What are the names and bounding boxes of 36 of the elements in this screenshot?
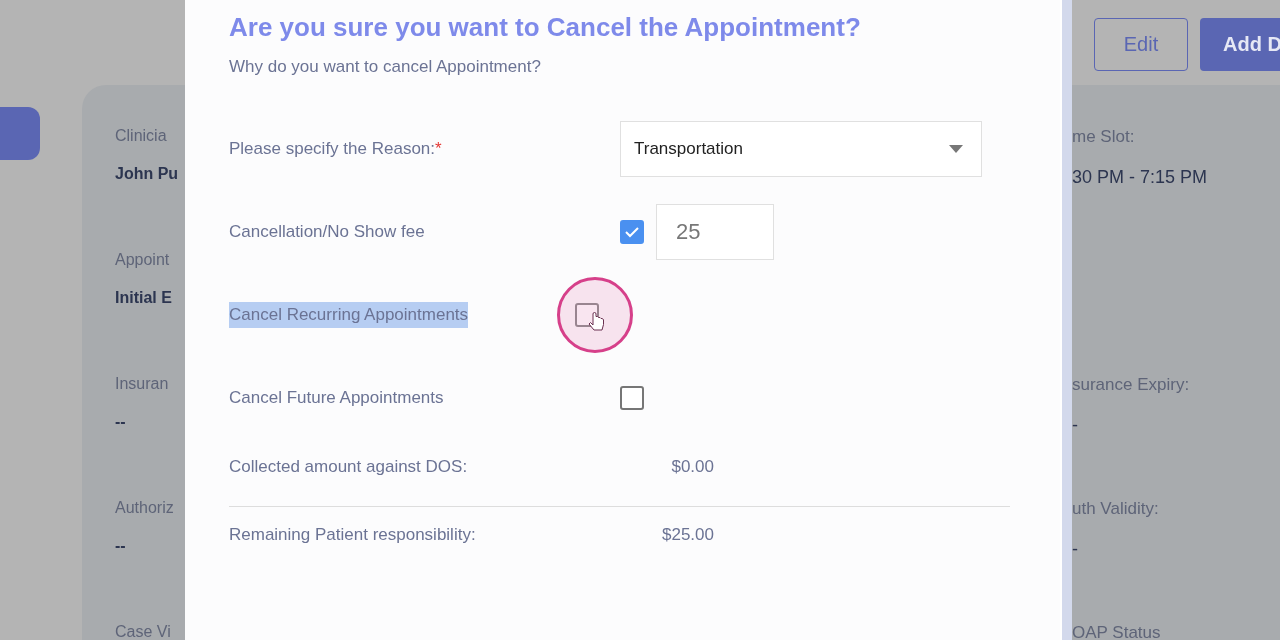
dialog-subtitle: Why do you want to cancel Appointment? [229,57,542,77]
field-label: OAP Status [1072,623,1162,640]
field-label: Insuran [115,375,170,393]
caret-icon [949,145,963,153]
checkbox[interactable] [620,386,644,410]
field-label: Appoint [115,251,171,269]
field-value: 30 PM - 7:15 PM [1072,167,1209,188]
field-label: me Slot: [1072,127,1136,147]
field-value: -- [115,537,127,555]
amount-value: $0.00 [670,457,714,477]
field-label: Clinicia [115,127,168,145]
dialog-title: Are you sure you want to Cancel the Appointment? [229,12,862,43]
field-value: Initial E [115,289,173,307]
field-label: Case Vi [115,623,172,640]
edit-button[interactable]: Edit [1094,18,1188,71]
fee-input[interactable]: 25 [656,204,774,260]
field-label: Cancellation/No Show fee [229,222,426,242]
field-value: - [1072,539,1079,560]
reason-dropdown[interactable]: Transportation [620,121,982,177]
field-value: - [1072,415,1079,436]
amount-label: Remaining Patient responsibility: [229,525,477,545]
checkbox[interactable] [620,220,644,244]
field-label: Please specify the Reason:* [229,139,443,159]
field-label: uth Validity: [1072,499,1160,519]
field-label: Cancel Future Appointments [229,388,445,408]
field-label: surance Expiry: [1072,375,1191,395]
scrollbar[interactable] [1060,0,1072,640]
cursor-icon [556,276,635,354]
amount-value: $25.00 [661,525,714,545]
field-label: Authoriz [115,499,175,517]
side-tab[interactable] [0,107,40,160]
field-label: Cancel Recurring Appointments [229,302,469,328]
check-icon [624,226,640,238]
field-value: John Pu [115,165,180,183]
amount-label: Collected amount against DOS: [229,457,469,477]
field-value: -- [115,413,127,431]
